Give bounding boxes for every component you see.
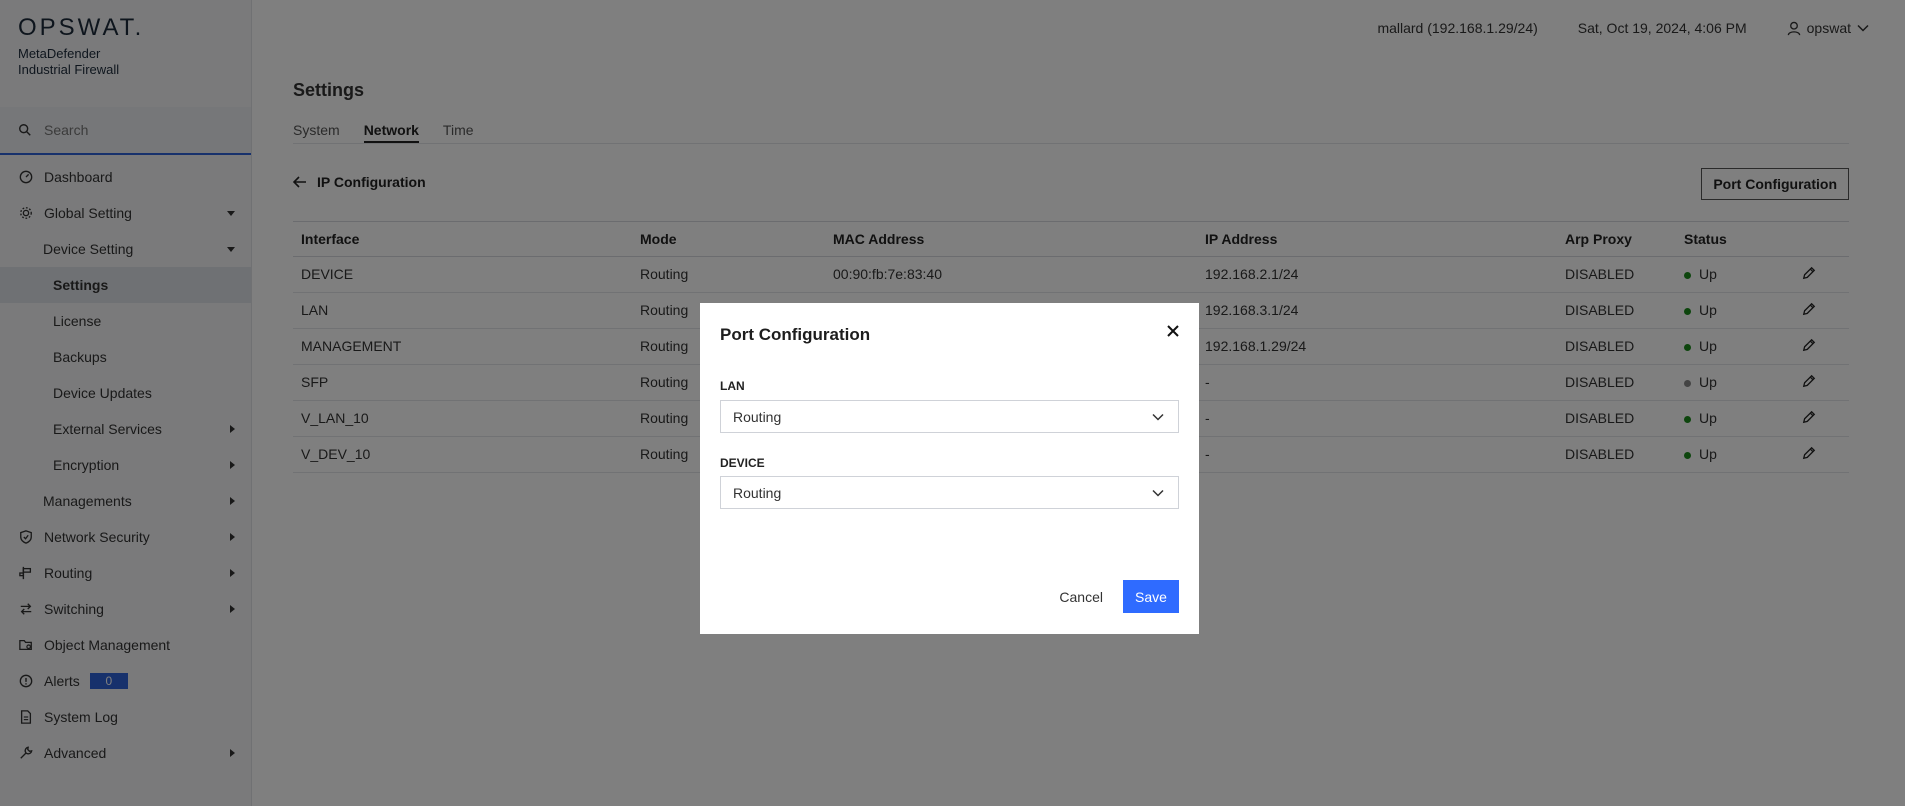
device-field-label: DEVICE — [720, 456, 765, 470]
save-button[interactable]: Save — [1123, 580, 1179, 613]
chevron-down-icon — [1152, 413, 1164, 421]
lan-mode-select[interactable]: Routing — [720, 400, 1179, 433]
lan-mode-value: Routing — [733, 408, 782, 425]
cancel-button[interactable]: Cancel — [1059, 589, 1103, 605]
device-mode-select[interactable]: Routing — [720, 476, 1179, 509]
chevron-down-icon — [1152, 489, 1164, 497]
dialog-title: Port Configuration — [720, 325, 871, 344]
port-configuration-dialog: Port Configuration LAN Routing DEVICE Ro… — [700, 303, 1199, 634]
device-mode-value: Routing — [733, 484, 782, 501]
close-icon[interactable] — [1163, 321, 1183, 341]
lan-field-label: LAN — [720, 379, 745, 393]
